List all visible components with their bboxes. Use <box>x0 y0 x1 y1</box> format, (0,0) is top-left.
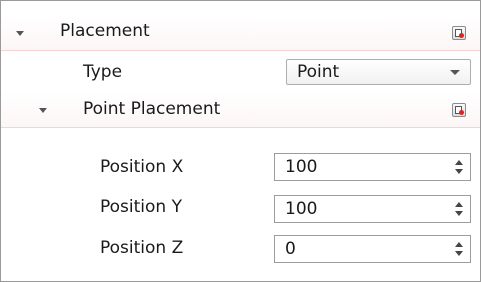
position-y-spinbox[interactable]: 100 <box>274 195 471 223</box>
position-z-row: Position Z 0 <box>1 231 480 265</box>
collapse-triangle-icon[interactable] <box>16 31 24 36</box>
position-z-spinbox[interactable]: 0 <box>274 235 471 263</box>
position-y-label: Position Y <box>100 197 182 217</box>
position-x-input[interactable]: 100 <box>285 156 317 178</box>
type-label: Type <box>83 62 123 82</box>
reset-dot-icon <box>459 110 464 115</box>
position-z-input[interactable]: 0 <box>285 238 296 260</box>
chevron-down-icon <box>450 70 460 75</box>
position-x-stepper[interactable] <box>450 154 470 180</box>
position-x-label: Position X <box>100 157 184 177</box>
property-panel: Placement Type Point Point Placement Pos… <box>0 0 481 282</box>
point-placement-reset-button[interactable] <box>452 103 466 117</box>
position-x-spinbox[interactable]: 100 <box>274 153 471 181</box>
placement-label: Placement <box>60 21 150 41</box>
reset-dot-icon <box>459 33 464 38</box>
point-placement-group-header[interactable]: Point Placement <box>1 92 480 128</box>
spin-down-icon[interactable] <box>455 251 463 256</box>
position-z-label: Position Z <box>100 238 184 258</box>
collapse-triangle-icon[interactable] <box>39 108 47 113</box>
type-row: Type Point <box>1 53 480 89</box>
placement-reset-button[interactable] <box>452 26 466 40</box>
position-y-input[interactable]: 100 <box>285 198 317 220</box>
position-y-row: Position Y 100 <box>1 191 480 225</box>
type-select[interactable]: Point <box>286 59 471 85</box>
type-select-value: Point <box>297 62 340 82</box>
point-placement-label: Point Placement <box>83 99 221 119</box>
spin-up-icon[interactable] <box>455 202 463 207</box>
spin-up-icon[interactable] <box>455 160 463 165</box>
spin-down-icon[interactable] <box>455 169 463 174</box>
position-x-row: Position X 100 <box>1 151 480 185</box>
placement-group-header[interactable]: Placement <box>1 15 480 51</box>
spin-down-icon[interactable] <box>455 211 463 216</box>
position-z-stepper[interactable] <box>450 236 470 262</box>
spin-up-icon[interactable] <box>455 242 463 247</box>
position-y-stepper[interactable] <box>450 196 470 222</box>
